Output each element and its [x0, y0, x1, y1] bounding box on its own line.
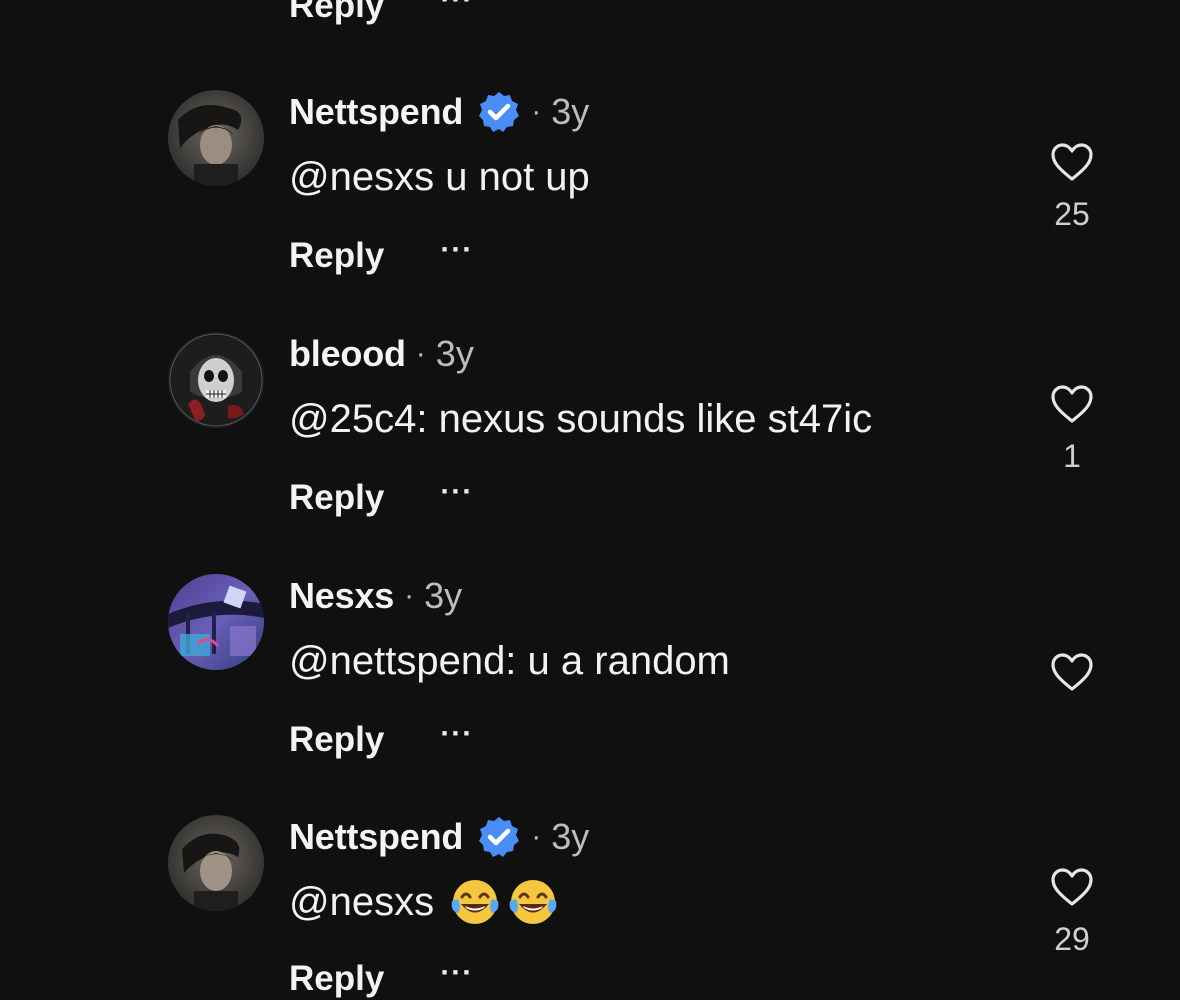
timestamp: 3y: [435, 333, 474, 374]
laughing-tears-emoji-icon: [448, 875, 502, 929]
purple-scene-avatar-icon: [168, 574, 264, 670]
comment-item: bleood · 3y @25c4: nexus sounds like st4…: [0, 332, 1180, 552]
dark-portrait-avatar-icon: [168, 815, 264, 911]
heart-icon[interactable]: [1050, 652, 1094, 692]
like-column: 29: [1040, 867, 1104, 958]
like-count: 25: [1054, 196, 1090, 232]
more-options-button[interactable]: ···: [440, 235, 473, 265]
reply-button[interactable]: Reply: [289, 720, 384, 760]
separator-dot: ·: [531, 820, 542, 853]
avatar[interactable]: [168, 815, 264, 911]
username[interactable]: Nesxs: [289, 575, 394, 617]
comment-actions: Reply ···: [289, 957, 473, 1000]
username[interactable]: Nettspend: [289, 91, 463, 133]
comment-item: Nettspend · 3y @nesxs u not up Reply ···…: [0, 90, 1180, 310]
heart-icon[interactable]: [1050, 384, 1094, 424]
comment-actions: Reply ···: [289, 718, 473, 762]
username[interactable]: bleood: [289, 333, 406, 375]
laughing-tears-emoji-icon: [506, 875, 560, 929]
like-count: 1: [1063, 438, 1081, 474]
timestamp: 3y: [551, 91, 590, 132]
like-column: 25: [1040, 142, 1104, 233]
avatar[interactable]: [168, 90, 264, 186]
avatar[interactable]: [168, 332, 264, 428]
previous-comment-actions: Reply ···: [289, 0, 473, 26]
comment-header: Nesxs · 3y: [289, 574, 462, 618]
verified-badge-icon: [477, 90, 521, 134]
comment-header: Nettspend · 3y: [289, 815, 589, 859]
comment-header: Nettspend · 3y: [289, 90, 589, 134]
timestamp: 3y: [424, 575, 463, 616]
reply-button[interactable]: Reply: [289, 0, 384, 26]
comment-text: @nesxs: [289, 879, 435, 924]
avatar[interactable]: [168, 574, 264, 670]
reply-button[interactable]: Reply: [289, 959, 384, 999]
more-options-button[interactable]: ···: [440, 0, 473, 15]
comments-screen: Reply ··· Nettspend: [0, 0, 1180, 1000]
comment-text-row: @nesxs: [289, 873, 560, 931]
verified-badge-icon: [477, 815, 521, 859]
comment-actions: Reply ···: [289, 234, 473, 278]
like-column: [1040, 652, 1104, 692]
comment-text: @nesxs u not up: [289, 154, 590, 199]
username[interactable]: Nettspend: [289, 816, 463, 858]
like-count: 29: [1054, 921, 1090, 957]
more-options-button[interactable]: ···: [440, 719, 473, 749]
comment-header: bleood · 3y: [289, 332, 474, 376]
separator-dot: ·: [404, 579, 415, 612]
comment-item: Nesxs · 3y @nettspend: u a random Reply …: [0, 574, 1180, 794]
more-options-button[interactable]: ···: [440, 477, 473, 507]
separator-dot: ·: [531, 95, 542, 128]
separator-dot: ·: [415, 337, 426, 370]
reply-button[interactable]: Reply: [289, 478, 384, 518]
comment-actions: Reply ···: [289, 476, 473, 520]
reply-button[interactable]: Reply: [289, 236, 384, 276]
comment-text: @25c4: nexus sounds like st47ic: [289, 396, 873, 441]
comment-item: Nettspend · 3y @nesxs Reply ··· 29: [0, 815, 1180, 1000]
heart-icon[interactable]: [1050, 867, 1094, 907]
skull-avatar-icon: [168, 332, 264, 428]
timestamp: 3y: [551, 816, 590, 857]
like-column: 1: [1040, 384, 1104, 475]
comment-text: @nettspend: u a random: [289, 638, 730, 683]
dark-portrait-avatar-icon: [168, 90, 264, 186]
heart-icon[interactable]: [1050, 142, 1094, 182]
more-options-button[interactable]: ···: [440, 958, 473, 988]
